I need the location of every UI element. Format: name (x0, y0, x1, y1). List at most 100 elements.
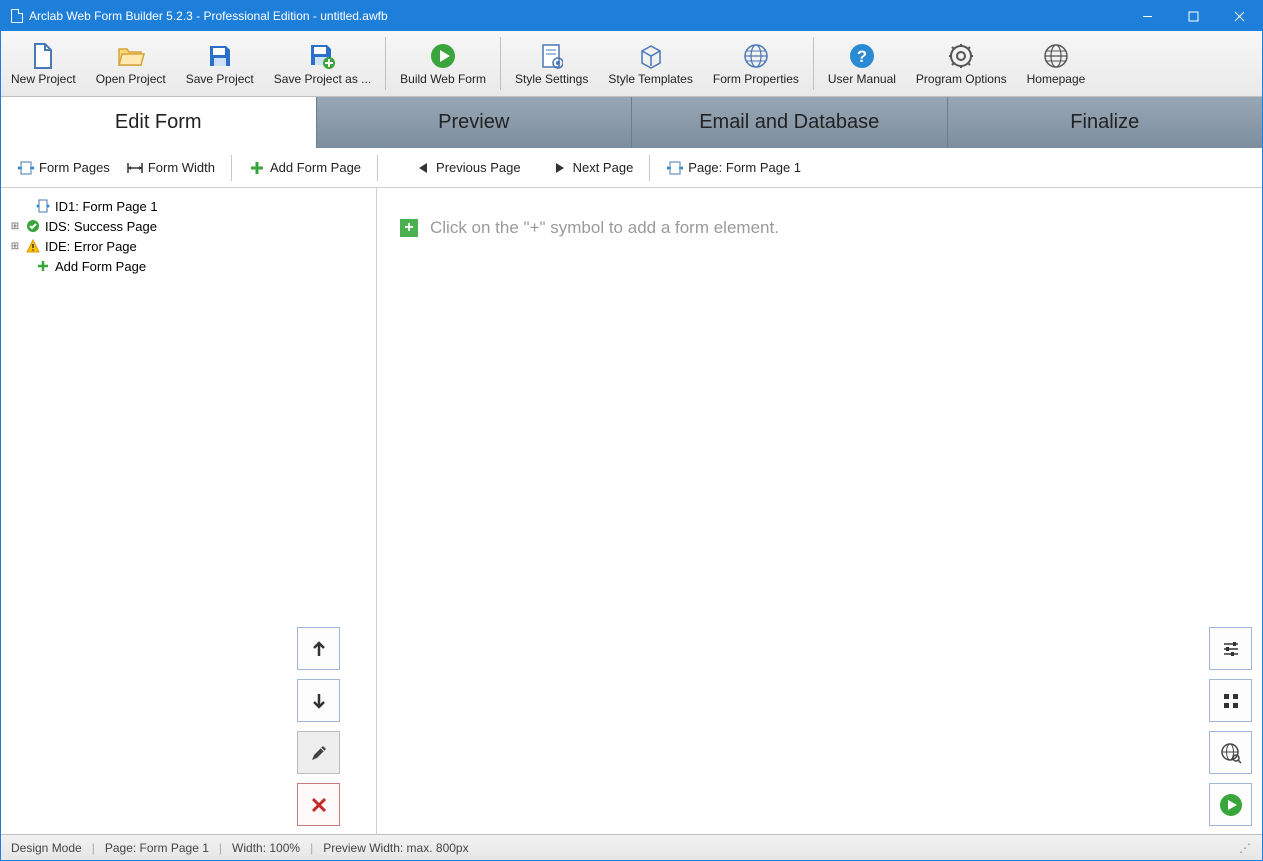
form-pages-icon (17, 159, 35, 177)
new-file-icon (29, 42, 57, 70)
toolbar-separator (500, 37, 501, 90)
program-options-button[interactable]: Program Options (906, 31, 1017, 96)
tab-finalize[interactable]: Finalize (948, 97, 1263, 148)
page-tree: ID1: Form Page 1 ⊞ IDS: Success Page ⊞ I… (1, 188, 377, 834)
form-pages-button[interactable]: Form Pages (9, 155, 118, 181)
tree-item-label: IDE: Error Page (45, 239, 137, 254)
style-settings-icon (538, 42, 566, 70)
play-icon (429, 42, 457, 70)
tree-item-add-form-page[interactable]: Add Form Page (9, 256, 376, 276)
button-label: Save Project (186, 72, 254, 86)
run-button[interactable] (1209, 783, 1252, 826)
maximize-button[interactable] (1170, 1, 1216, 31)
button-label: Style Templates (608, 72, 693, 86)
add-element-button[interactable]: + (400, 219, 418, 237)
tree-item-label: ID1: Form Page 1 (55, 199, 158, 214)
style-settings-button[interactable]: Style Settings (505, 31, 598, 96)
globe-search-button[interactable] (1209, 731, 1252, 774)
settings-sliders-button[interactable] (1209, 627, 1252, 670)
app-icon (11, 9, 23, 23)
edit-button[interactable] (297, 731, 340, 774)
button-label: Style Settings (515, 72, 588, 86)
tree-action-buttons (297, 627, 340, 826)
main-tabs: Edit Form Preview Email and Database Fin… (1, 97, 1262, 148)
button-label: Form Width (148, 160, 215, 175)
toolbar-separator (813, 37, 814, 90)
sub-toolbar: Form Pages Form Width Add Form Page Prev… (1, 148, 1262, 188)
new-project-button[interactable]: New Project (1, 31, 86, 96)
previous-page-button[interactable]: Previous Page (406, 155, 529, 181)
tab-label: Preview (438, 111, 509, 134)
svg-text:?: ? (857, 47, 867, 66)
status-mode: Design Mode (11, 841, 82, 855)
plus-icon (248, 159, 266, 177)
homepage-icon (1042, 42, 1070, 70)
status-separator: | (92, 841, 95, 855)
plus-icon (35, 258, 51, 274)
save-project-button[interactable]: Save Project (176, 31, 264, 96)
button-label: Previous Page (436, 160, 521, 175)
sub-separator (231, 155, 232, 181)
save-project-as-button[interactable]: Save Project as ... (264, 31, 381, 96)
close-button[interactable] (1216, 1, 1262, 31)
minimize-button[interactable] (1124, 1, 1170, 31)
globe-icon (742, 42, 770, 70)
button-label: Program Options (916, 72, 1007, 86)
button-label: Add Form Page (270, 160, 361, 175)
status-page: Page: Form Page 1 (105, 841, 209, 855)
tab-email-database[interactable]: Email and Database (632, 97, 948, 148)
help-icon: ? (848, 42, 876, 70)
page-label: Page: Form Page 1 (688, 160, 801, 175)
open-project-button[interactable]: Open Project (86, 31, 176, 96)
expand-icon[interactable]: ⊞ (9, 221, 21, 232)
triangle-left-icon (414, 159, 432, 177)
save-icon (206, 42, 234, 70)
status-separator: | (310, 841, 313, 855)
move-up-button[interactable] (297, 627, 340, 670)
sub-separator (377, 155, 378, 181)
user-manual-button[interactable]: ? User Manual (818, 31, 906, 96)
tree-item-label: IDS: Success Page (45, 219, 157, 234)
tab-edit-form[interactable]: Edit Form (1, 97, 317, 148)
homepage-button[interactable]: Homepage (1017, 31, 1096, 96)
form-width-icon (126, 159, 144, 177)
tree-item-form-page-1[interactable]: ID1: Form Page 1 (9, 196, 376, 216)
main-toolbar: New Project Open Project Save Project Sa… (1, 31, 1262, 97)
grid-view-button[interactable] (1209, 679, 1252, 722)
page-icon (666, 159, 684, 177)
next-page-button[interactable]: Next Page (543, 155, 642, 181)
tree-item-label: Add Form Page (55, 259, 146, 274)
tree-item-error-page[interactable]: ⊞ IDE: Error Page (9, 236, 376, 256)
expand-icon[interactable]: ⊞ (9, 241, 21, 252)
canvas-hint: + Click on the "+" symbol to add a form … (400, 218, 1239, 238)
window-controls (1124, 1, 1262, 31)
tab-preview[interactable]: Preview (317, 97, 633, 148)
canvas-action-buttons (1209, 627, 1252, 826)
resize-grip-icon[interactable]: ⋰ (1239, 841, 1252, 855)
titlebar: Arclab Web Form Builder 5.2.3 - Professi… (1, 1, 1262, 31)
gear-icon (947, 42, 975, 70)
current-page-indicator[interactable]: Page: Form Page 1 (658, 155, 809, 181)
button-label: Open Project (96, 72, 166, 86)
button-label: Form Pages (39, 160, 110, 175)
button-label: User Manual (828, 72, 896, 86)
form-width-button[interactable]: Form Width (118, 155, 223, 181)
button-label: Next Page (573, 160, 634, 175)
status-width: Width: 100% (232, 841, 300, 855)
form-properties-button[interactable]: Form Properties (703, 31, 809, 96)
hint-text: Click on the "+" symbol to add a form el… (430, 218, 779, 238)
application-window: Arclab Web Form Builder 5.2.3 - Professi… (0, 0, 1263, 861)
build-web-form-button[interactable]: Build Web Form (390, 31, 496, 96)
button-label: Build Web Form (400, 72, 486, 86)
add-form-page-button[interactable]: Add Form Page (240, 155, 369, 181)
button-label: Save Project as ... (274, 72, 371, 86)
delete-button[interactable] (297, 783, 340, 826)
page-icon (35, 198, 51, 214)
tree-item-success-page[interactable]: ⊞ IDS: Success Page (9, 216, 376, 236)
button-label: Form Properties (713, 72, 799, 86)
status-preview-width: Preview Width: max. 800px (323, 841, 468, 855)
style-templates-button[interactable]: Style Templates (598, 31, 703, 96)
tab-label: Email and Database (699, 111, 879, 134)
move-down-button[interactable] (297, 679, 340, 722)
tab-label: Edit Form (115, 111, 202, 134)
